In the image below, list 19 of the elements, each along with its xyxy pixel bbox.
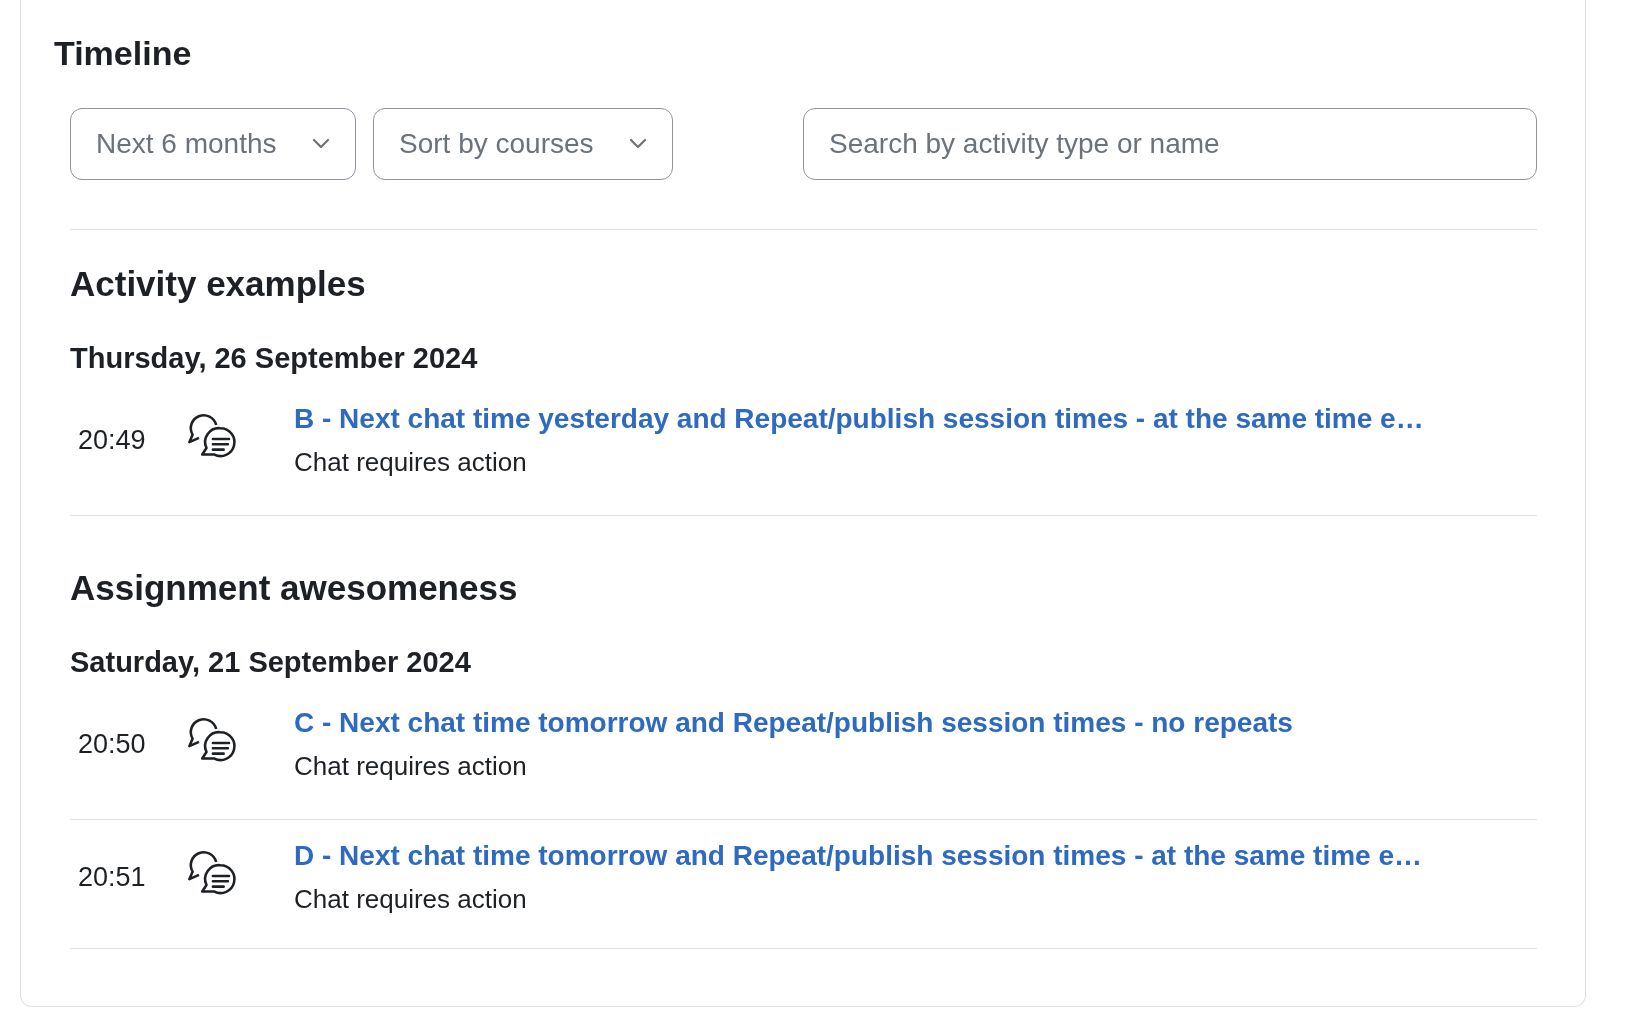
chevron-down-icon — [629, 138, 647, 150]
event-link[interactable]: B - Next chat time yesterday and Repeat/publish session times - at the same time e… — [294, 399, 1537, 439]
event-action: Chat requires action — [294, 750, 528, 783]
date-heading: Thursday, 26 September 2024 — [70, 341, 479, 376]
card-title: Timeline — [54, 33, 193, 74]
event-time: 20:51 — [78, 861, 146, 892]
search-field[interactable]: Search by activity type or name — [803, 108, 1537, 180]
event-action: Chat requires action — [294, 446, 528, 479]
filter-dropdown[interactable]: Next 6 months — [70, 108, 356, 180]
event-time: 20:49 — [78, 424, 146, 455]
filter-dropdown[interactable]: Sort by courses — [373, 108, 673, 180]
course-heading: Activity examples — [70, 263, 367, 305]
date-heading: Saturday, 21 September 2024 — [70, 645, 472, 680]
event-action: Chat requires action — [294, 883, 528, 916]
event-time: 20:50 — [78, 728, 146, 759]
chevron-down-icon — [312, 138, 330, 150]
event-link[interactable]: D - Next chat time tomorrow and Repeat/publish session times - at the same time e… — [294, 836, 1537, 876]
course-heading: Assignment awesomeness — [70, 567, 519, 609]
event-link[interactable]: C - Next chat time tomorrow and Repeat/publish session times - no repeats — [294, 703, 1537, 743]
